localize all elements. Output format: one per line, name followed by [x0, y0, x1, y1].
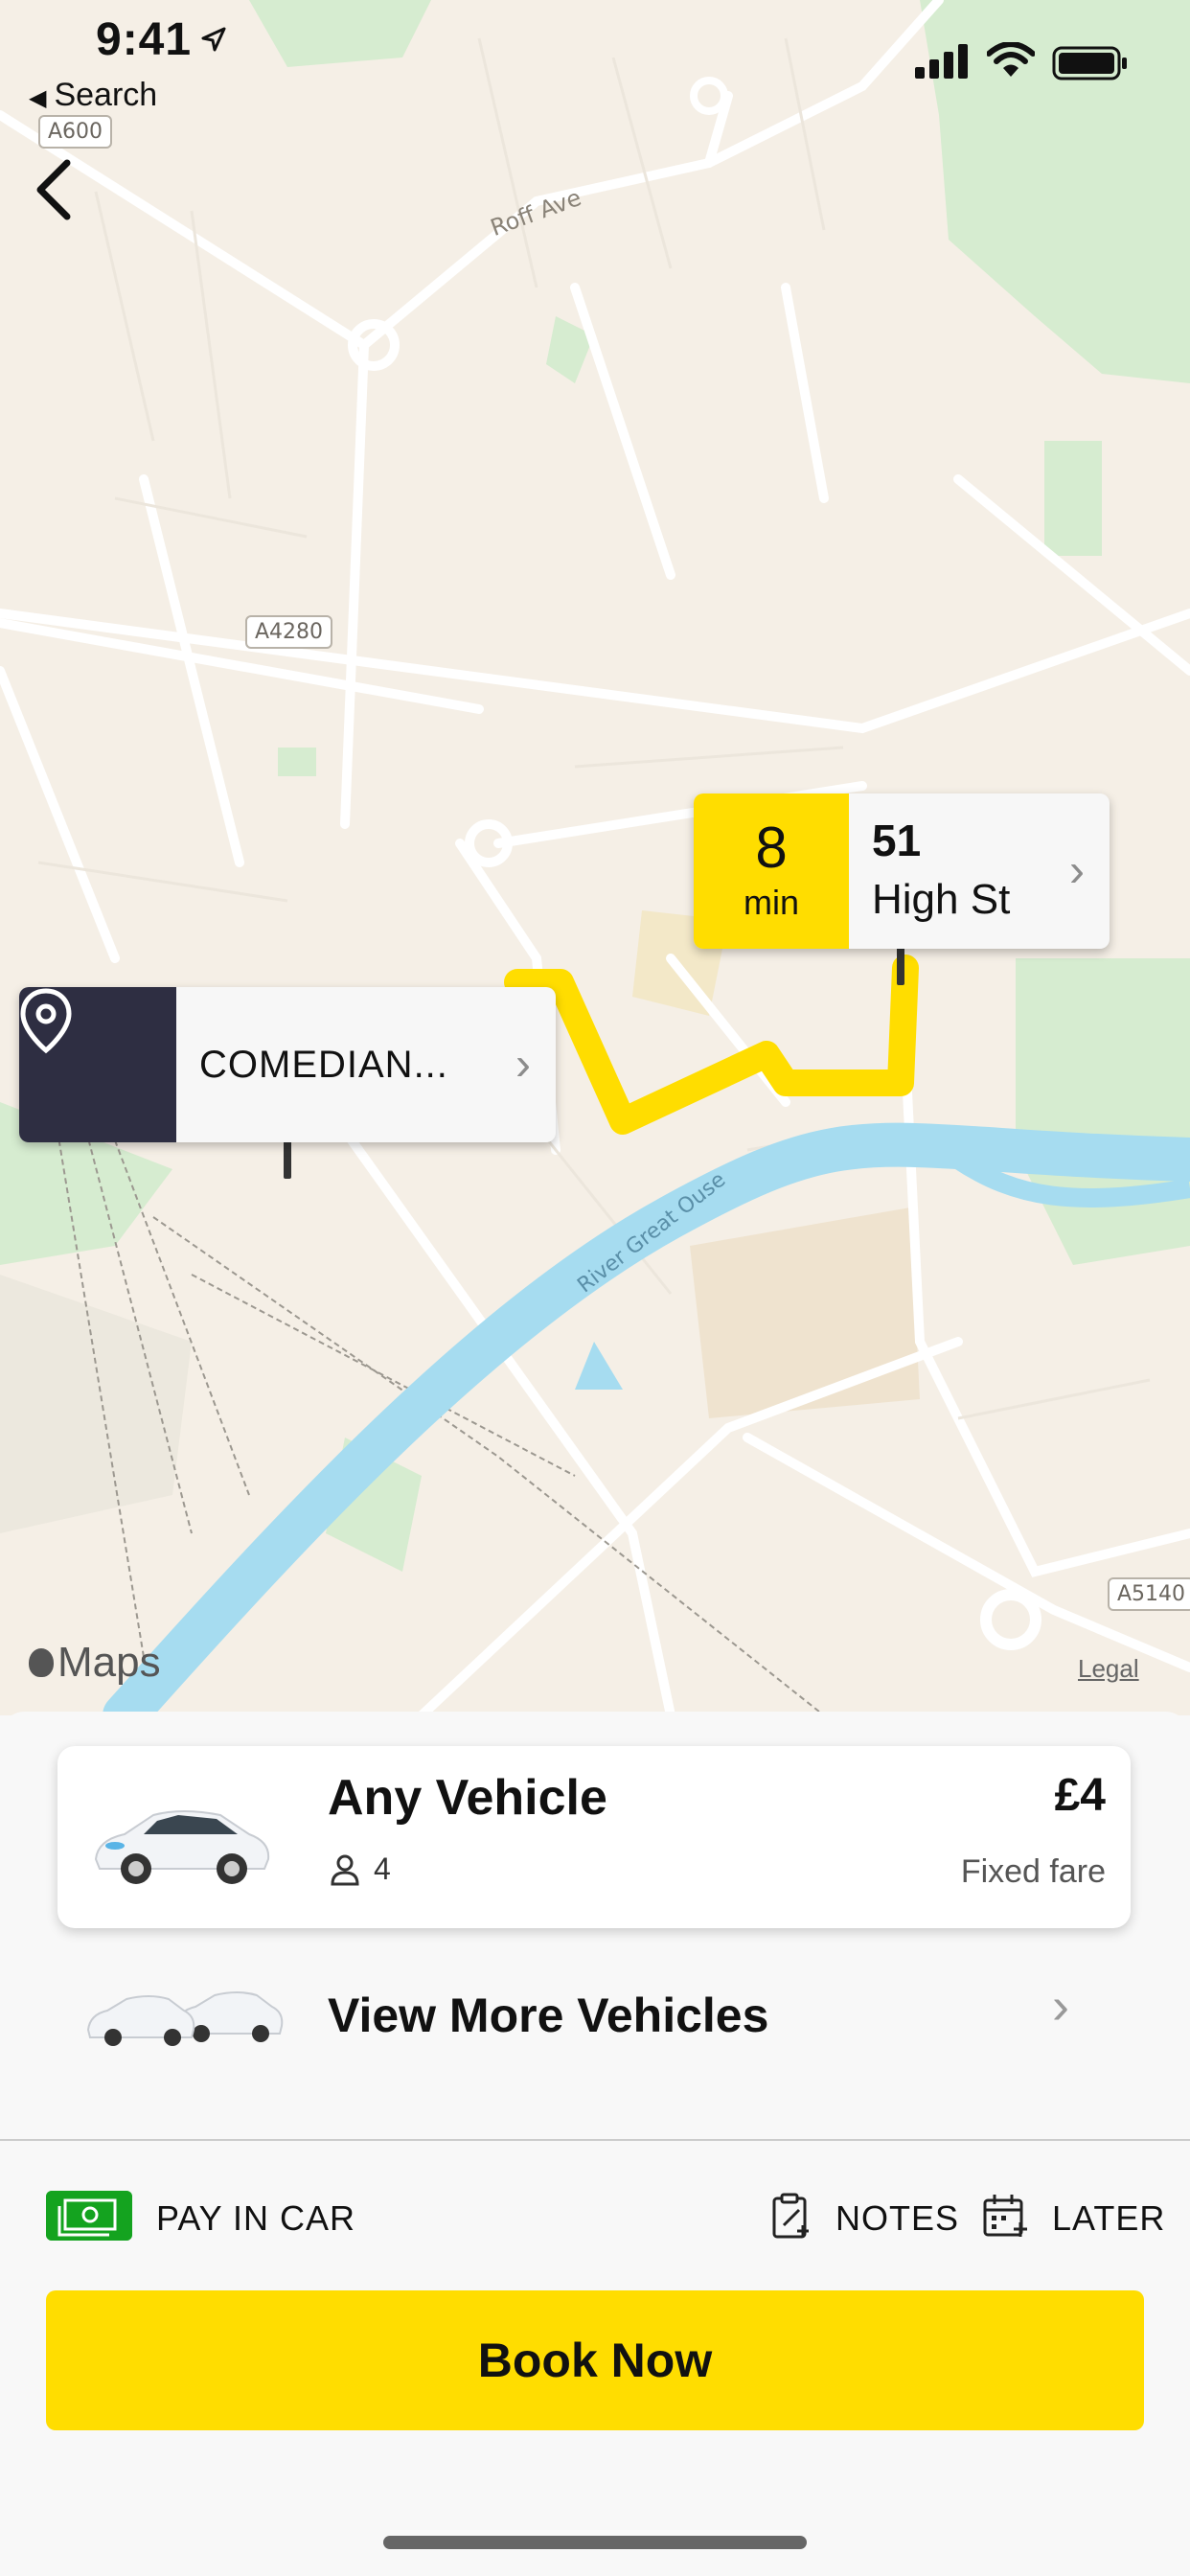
cash-icon[interactable]: [46, 2191, 132, 2241]
booking-sheet: Any Vehicle 4 £4 Fixed fare View More Ve…: [0, 1712, 1190, 2576]
status-bar: 9:41 ◀ Search: [0, 0, 1190, 125]
vehicle-option-card[interactable]: Any Vehicle 4 £4 Fixed fare: [57, 1746, 1131, 1928]
road-shield-a5140: A5140: [1108, 1577, 1190, 1611]
apple-logo-icon: [29, 1648, 54, 1677]
view-more-vehicles-label: View More Vehicles: [328, 1989, 769, 2042]
pickup-label: COMEDIAN...: [199, 1044, 448, 1086]
maps-attribution: Maps: [29, 1639, 161, 1687]
person-icon: [331, 1854, 359, 1885]
vehicle-price: £4: [1054, 1770, 1106, 1821]
road-shield-a4280: A4280: [245, 615, 333, 649]
seat-count: 4: [330, 1852, 391, 1887]
view-more-vehicles-button[interactable]: View More Vehicles ›: [0, 1942, 1190, 2085]
screen: Roff Ave River Great Ouse A600 A4280 A51…: [0, 0, 1190, 2576]
destination-pin: [897, 945, 904, 985]
destination-callout[interactable]: 8 min 51 High St ›: [694, 794, 1110, 949]
location-pin-icon: [20, 988, 72, 1054]
back-arrow-icon[interactable]: [29, 153, 86, 230]
home-indicator[interactable]: [383, 2536, 807, 2549]
location-arrow-icon: [201, 27, 226, 52]
chevron-right-icon: ›: [1052, 1977, 1069, 2035]
eta-unit: min: [743, 883, 799, 922]
cellular-signal-icon: [915, 44, 968, 79]
fare-type: Fixed fare: [960, 1853, 1106, 1890]
payment-method-label[interactable]: PAY IN CAR: [156, 2198, 355, 2239]
notes-icon[interactable]: [770, 2193, 812, 2241]
notes-button[interactable]: NOTES: [835, 2198, 959, 2239]
pickup-pin: [284, 1138, 291, 1179]
chevron-right-icon: ›: [1069, 845, 1085, 897]
car-image: [94, 1810, 270, 1884]
calendar-icon[interactable]: [981, 2193, 1029, 2241]
pickup-callout[interactable]: COMEDIAN... ›: [19, 987, 556, 1142]
chevron-right-icon: ›: [515, 1039, 531, 1091]
book-now-button[interactable]: Book Now: [46, 2290, 1144, 2430]
map-view[interactable]: Roff Ave River Great Ouse A600 A4280 A51…: [0, 0, 1190, 1715]
back-triangle-icon: ◀: [29, 85, 47, 111]
divider: [0, 2139, 1190, 2141]
later-button[interactable]: LATER: [1052, 2198, 1165, 2239]
pickup-icon-box: [19, 987, 176, 1142]
eta-value: 8: [755, 816, 788, 880]
vehicle-name: Any Vehicle: [328, 1770, 607, 1826]
wifi-icon: [987, 42, 1035, 77]
status-time: 9:41: [96, 14, 193, 65]
battery-icon: [1052, 46, 1127, 80]
booking-options-row: PAY IN CAR NOTES LATER: [0, 2181, 1190, 2258]
cars-image: [86, 1991, 284, 2046]
legal-link[interactable]: Legal: [1078, 1654, 1139, 1684]
eta-badge: 8 min: [694, 794, 849, 949]
back-to-search-link[interactable]: ◀ Search: [29, 77, 157, 114]
